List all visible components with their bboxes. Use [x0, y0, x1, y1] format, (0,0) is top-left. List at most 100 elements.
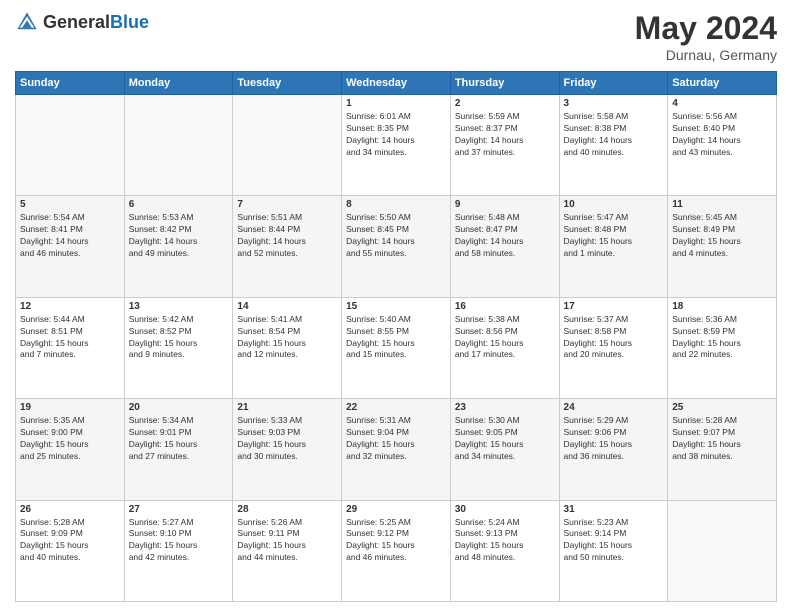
- day-info: Sunrise: 5:50 AMSunset: 8:45 PMDaylight:…: [346, 212, 446, 260]
- day-number: 22: [346, 402, 446, 413]
- col-sunday: Sunday: [16, 72, 125, 95]
- day-number: 21: [237, 402, 337, 413]
- logo-text: GeneralBlue: [43, 12, 149, 33]
- calendar-cell-w5-d2: 28 Sunrise: 5:26 AMSunset: 9:11 PMDayligh…: [233, 500, 342, 601]
- calendar-cell-w3-d6: 18Sunrise: 5:36 AMSunset: 8:59 PMDayligh…: [668, 297, 777, 398]
- week-row-2: 5Sunrise: 5:54 AMSunset: 8:41 PMDaylight…: [16, 196, 777, 297]
- calendar-table: Sunday Monday Tuesday Wednesday Thursday…: [15, 71, 777, 602]
- calendar-cell-w3-d4: 16Sunrise: 5:38 AMSunset: 8:56 PMDayligh…: [450, 297, 559, 398]
- day-info: Sunrise: 5:26 AMSunset: 9:11 PMDaylight:…: [237, 517, 337, 565]
- week-row-5: 26 Sunrise: 5:28 AMSunset: 9:09 PMDayligh…: [16, 500, 777, 601]
- day-info: Sunrise: 5:27 AMSunset: 9:10 PMDaylight:…: [129, 517, 229, 565]
- day-info: Sunrise: 6:01 AMSunset: 8:35 PMDaylight:…: [346, 111, 446, 159]
- day-number: 29: [346, 504, 446, 515]
- day-number: 9: [455, 199, 555, 210]
- location-title: Durnau, Germany: [635, 47, 777, 63]
- calendar-cell-w1-d6: 4 Sunrise: 5:56 AMSunset: 8:40 PMDaylight…: [668, 95, 777, 196]
- day-number: 13: [129, 301, 229, 312]
- day-number: 3: [564, 98, 664, 109]
- day-info: Sunrise: 5:45 AMSunset: 8:49 PMDaylight:…: [672, 212, 772, 260]
- day-number: 14: [237, 301, 337, 312]
- calendar-cell-w2-d2: 7 Sunrise: 5:51 AMSunset: 8:44 PMDaylight…: [233, 196, 342, 297]
- logo-icon: [15, 10, 39, 34]
- day-number: 27: [129, 504, 229, 515]
- title-block: May 2024 Durnau, Germany: [635, 10, 777, 63]
- week-row-3: 12Sunrise: 5:44 AMSunset: 8:51 PMDayligh…: [16, 297, 777, 398]
- week-row-1: 1 Sunrise: 6:01 AMSunset: 8:35 PMDaylight…: [16, 95, 777, 196]
- day-info: Sunrise: 5:31 AMSunset: 9:04 PMDaylight:…: [346, 415, 446, 463]
- day-info: Sunrise: 5:37 AMSunset: 8:58 PMDaylight:…: [564, 314, 664, 362]
- calendar-cell-w1-d4: 2Sunrise: 5:59 AMSunset: 8:37 PMDaylight…: [450, 95, 559, 196]
- day-info: Sunrise: 5:36 AMSunset: 8:59 PMDaylight:…: [672, 314, 772, 362]
- calendar-cell-w4-d4: 23Sunrise: 5:30 AMSunset: 9:05 PMDayligh…: [450, 399, 559, 500]
- day-number: 16: [455, 301, 555, 312]
- day-info: Sunrise: 5:42 AMSunset: 8:52 PMDaylight:…: [129, 314, 229, 362]
- calendar-cell-w4-d3: 22 Sunrise: 5:31 AMSunset: 9:04 PMDayligh…: [342, 399, 451, 500]
- day-number: 28: [237, 504, 337, 515]
- day-info: Sunrise: 5:47 AMSunset: 8:48 PMDaylight:…: [564, 212, 664, 260]
- calendar-cell-w4-d1: 20Sunrise: 5:34 AMSunset: 9:01 PMDayligh…: [124, 399, 233, 500]
- logo-general: General: [43, 12, 110, 32]
- calendar-cell-w4-d0: 19 Sunrise: 5:35 AMSunset: 9:00 PMDayligh…: [16, 399, 125, 500]
- day-number: 1: [346, 98, 446, 109]
- header: GeneralBlue May 2024 Durnau, Germany: [15, 10, 777, 63]
- calendar-cell-w1-d0: [16, 95, 125, 196]
- day-number: 11: [672, 199, 772, 210]
- day-info: Sunrise: 5:41 AMSunset: 8:54 PMDaylight:…: [237, 314, 337, 362]
- col-monday: Monday: [124, 72, 233, 95]
- day-info: Sunrise: 5:23 AMSunset: 9:14 PMDaylight:…: [564, 517, 664, 565]
- day-number: 17: [564, 301, 664, 312]
- day-info: Sunrise: 5:28 AMSunset: 9:07 PMDaylight:…: [672, 415, 772, 463]
- logo: GeneralBlue: [15, 10, 149, 34]
- day-number: 19: [20, 402, 120, 413]
- day-number: 4: [672, 98, 772, 109]
- col-thursday: Thursday: [450, 72, 559, 95]
- day-info: Sunrise: 5:40 AMSunset: 8:55 PMDaylight:…: [346, 314, 446, 362]
- calendar-cell-w5-d5: 31 Sunrise: 5:23 AMSunset: 9:14 PMDayligh…: [559, 500, 668, 601]
- day-number: 8: [346, 199, 446, 210]
- calendar-cell-w3-d1: 13 Sunrise: 5:42 AMSunset: 8:52 PMDayligh…: [124, 297, 233, 398]
- calendar-cell-w3-d2: 14 Sunrise: 5:41 AMSunset: 8:54 PMDayligh…: [233, 297, 342, 398]
- calendar-cell-w1-d3: 1 Sunrise: 6:01 AMSunset: 8:35 PMDaylight…: [342, 95, 451, 196]
- day-number: 7: [237, 199, 337, 210]
- day-info: Sunrise: 5:59 AMSunset: 8:37 PMDaylight:…: [455, 111, 555, 159]
- calendar-cell-w2-d3: 8 Sunrise: 5:50 AMSunset: 8:45 PMDaylight…: [342, 196, 451, 297]
- calendar-cell-w5-d0: 26 Sunrise: 5:28 AMSunset: 9:09 PMDayligh…: [16, 500, 125, 601]
- day-number: 10: [564, 199, 664, 210]
- logo-blue: Blue: [110, 12, 149, 32]
- calendar-cell-w2-d6: 11 Sunrise: 5:45 AMSunset: 8:49 PMDayligh…: [668, 196, 777, 297]
- calendar-cell-w5-d3: 29 Sunrise: 5:25 AMSunset: 9:12 PMDayligh…: [342, 500, 451, 601]
- calendar-cell-w2-d5: 10 Sunrise: 5:47 AMSunset: 8:48 PMDayligh…: [559, 196, 668, 297]
- calendar-cell-w5-d1: 27 Sunrise: 5:27 AMSunset: 9:10 PMDayligh…: [124, 500, 233, 601]
- col-tuesday: Tuesday: [233, 72, 342, 95]
- calendar-cell-w3-d3: 15 Sunrise: 5:40 AMSunset: 8:55 PMDayligh…: [342, 297, 451, 398]
- day-number: 6: [129, 199, 229, 210]
- calendar-header-row: Sunday Monday Tuesday Wednesday Thursday…: [16, 72, 777, 95]
- day-number: 12: [20, 301, 120, 312]
- calendar-cell-w1-d1: [124, 95, 233, 196]
- day-info: Sunrise: 5:25 AMSunset: 9:12 PMDaylight:…: [346, 517, 446, 565]
- day-info: Sunrise: 5:51 AMSunset: 8:44 PMDaylight:…: [237, 212, 337, 260]
- calendar-cell-w1-d5: 3 Sunrise: 5:58 AMSunset: 8:38 PMDaylight…: [559, 95, 668, 196]
- day-number: 24: [564, 402, 664, 413]
- day-info: Sunrise: 5:33 AMSunset: 9:03 PMDaylight:…: [237, 415, 337, 463]
- day-info: Sunrise: 5:56 AMSunset: 8:40 PMDaylight:…: [672, 111, 772, 159]
- day-number: 20: [129, 402, 229, 413]
- calendar-cell-w4-d5: 24Sunrise: 5:29 AMSunset: 9:06 PMDayligh…: [559, 399, 668, 500]
- day-info: Sunrise: 5:24 AMSunset: 9:13 PMDaylight:…: [455, 517, 555, 565]
- day-number: 31: [564, 504, 664, 515]
- day-number: 15: [346, 301, 446, 312]
- day-number: 25: [672, 402, 772, 413]
- day-info: Sunrise: 5:48 AMSunset: 8:47 PMDaylight:…: [455, 212, 555, 260]
- col-wednesday: Wednesday: [342, 72, 451, 95]
- day-number: 26: [20, 504, 120, 515]
- col-friday: Friday: [559, 72, 668, 95]
- day-info: Sunrise: 5:35 AMSunset: 9:00 PMDaylight:…: [20, 415, 120, 463]
- day-number: 30: [455, 504, 555, 515]
- col-saturday: Saturday: [668, 72, 777, 95]
- page: GeneralBlue May 2024 Durnau, Germany Sun…: [0, 0, 792, 612]
- calendar-cell-w5-d6: [668, 500, 777, 601]
- day-info: Sunrise: 5:58 AMSunset: 8:38 PMDaylight:…: [564, 111, 664, 159]
- day-number: 23: [455, 402, 555, 413]
- day-info: Sunrise: 5:28 AMSunset: 9:09 PMDaylight:…: [20, 517, 120, 565]
